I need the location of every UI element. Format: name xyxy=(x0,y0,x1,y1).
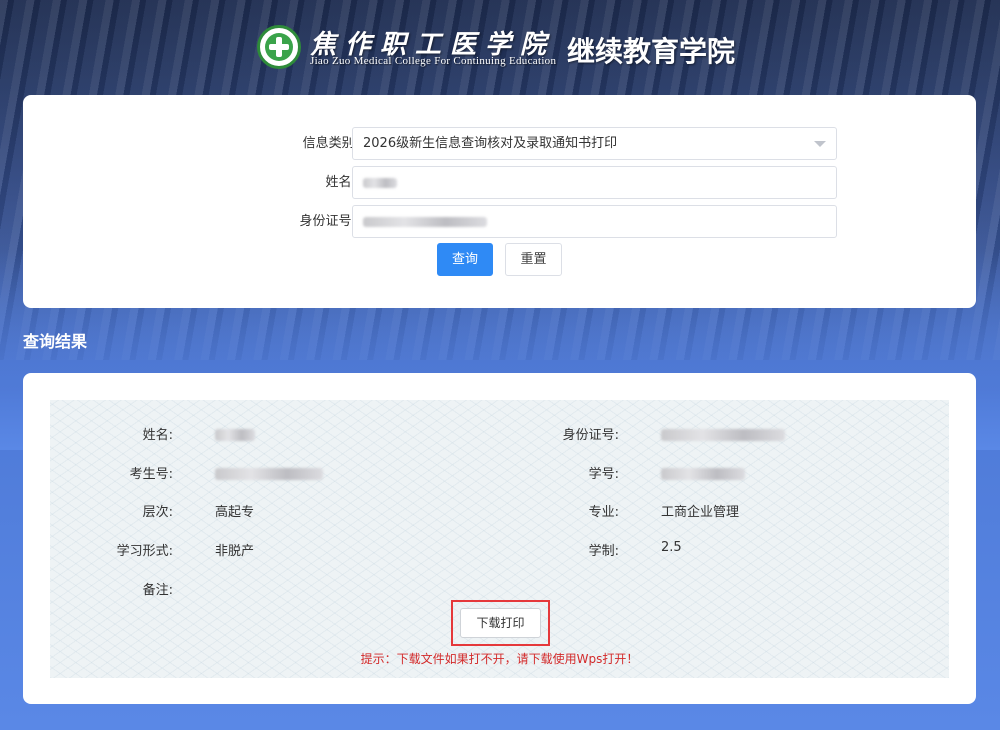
result-panel: 姓名: 身份证号: 考生号: 学号: 层次: 高起专 专业: 工商企业管理 学习… xyxy=(23,373,976,704)
result-name-value-redacted xyxy=(215,427,255,442)
result-card: 姓名: 身份证号: 考生号: 学号: 层次: 高起专 专业: 工商企业管理 学习… xyxy=(50,400,949,678)
result-major-label: 专业: xyxy=(588,505,619,520)
category-select[interactable]: 2026级新生信息查询核对及录取通知书打印 xyxy=(352,127,837,160)
school-name-en: Jiao Zuo Medical College For Continuing … xyxy=(310,55,557,67)
result-duration-label: 学制: xyxy=(588,544,619,559)
search-button[interactable]: 查询 xyxy=(437,243,493,276)
result-id-value-redacted xyxy=(661,427,785,442)
result-level-value: 高起专 xyxy=(215,505,255,520)
chevron-down-icon xyxy=(814,141,826,147)
download-print-button[interactable]: 下载打印 xyxy=(460,608,541,638)
id-row: 身份证号* xyxy=(23,205,976,238)
category-label: 信息类别: xyxy=(302,136,359,151)
reset-button[interactable]: 重置 xyxy=(505,243,562,276)
college-name: 继续教育学院 xyxy=(567,35,736,68)
result-mode-value: 非脱产 xyxy=(215,544,255,559)
result-exam-no-value-redacted xyxy=(215,466,323,481)
name-row: 姓名* xyxy=(23,166,976,199)
name-input-value-redacted xyxy=(363,177,397,188)
result-exam-no-label: 考生号: xyxy=(129,467,173,482)
result-student-no-label: 学号: xyxy=(588,467,619,482)
school-logo-icon xyxy=(257,25,301,69)
result-heading: 查询结果 xyxy=(23,332,88,351)
id-label: 身份证号* xyxy=(299,205,359,238)
id-input[interactable] xyxy=(352,205,837,238)
category-select-value: 2026级新生信息查询核对及录取通知书打印 xyxy=(363,136,618,151)
result-remark-label: 备注: xyxy=(142,583,173,598)
result-duration-value: 2.5 xyxy=(661,540,682,555)
result-mode-label: 学习形式: xyxy=(116,544,173,559)
download-hint: 提示：下载文件如果打不开，请下载使用Wps打开！ xyxy=(360,652,639,666)
result-name-label: 姓名: xyxy=(142,428,173,443)
site-header: 焦作职工医学院 Jiao Zuo Medical College For Con… xyxy=(0,0,1000,95)
name-input[interactable] xyxy=(352,166,837,199)
result-level-label: 层次: xyxy=(142,505,173,520)
result-id-label: 身份证号: xyxy=(562,428,619,443)
id-input-value-redacted xyxy=(363,216,487,227)
result-major-value: 工商企业管理 xyxy=(661,505,740,520)
download-highlight-frame: 下载打印 xyxy=(451,600,550,646)
result-student-no-value-redacted xyxy=(661,466,745,481)
category-row: 信息类别: 2026级新生信息查询核对及录取通知书打印 xyxy=(23,127,976,160)
query-panel: 信息类别: 2026级新生信息查询核对及录取通知书打印 姓名* 身份证号* 查询… xyxy=(23,95,976,308)
